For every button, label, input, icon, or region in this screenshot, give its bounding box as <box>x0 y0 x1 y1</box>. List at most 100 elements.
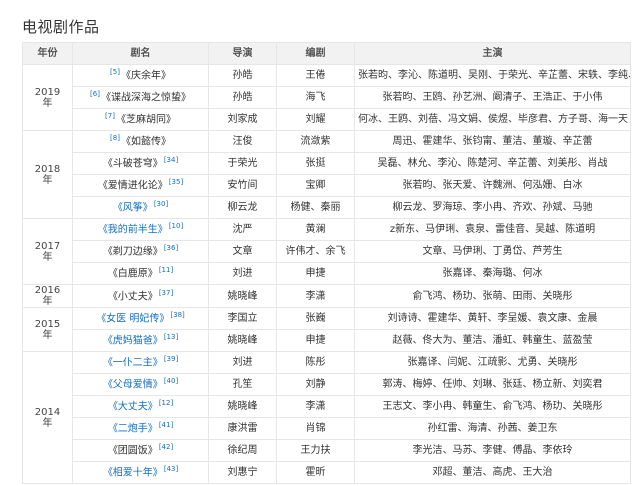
cast-cell: 刘诗诗、霍建华、黄轩、李呈媛、袁文康、金晨 <box>354 307 631 330</box>
writer-cell: 申捷 <box>276 329 355 352</box>
header-title: 剧名 <box>72 42 209 65</box>
writer-cell: 刘耀 <box>276 108 355 131</box>
title-cell: 《我的前半生》[10] <box>72 218 209 241</box>
writer-cell: 申捷 <box>276 262 355 285</box>
cast-cell: 王志文、李小冉、韩童生、俞飞鸿、杨玏、关晓彤 <box>354 395 631 418</box>
title-cell: 《虎妈猫爸》[13] <box>72 329 209 352</box>
table-row: 《大丈夫》[12] 姚晓峰 李潇 王志文、李小冉、韩童生、俞飞鸿、杨玏、关晓彤 <box>23 395 631 418</box>
reference-link[interactable]: [34] <box>164 156 178 164</box>
cast-cell: z新东、马伊琍、袁泉、雷佳音、吴越、陈道明 <box>354 218 631 241</box>
drama-title-link[interactable]: 《父母爱情》 <box>103 380 163 391</box>
cast-cell: 俞飞鸿、杨玏、张萌、田雨、关晓彤 <box>354 284 631 308</box>
table-row: 《父母爱情》[40] 孔笙 刘静 郭涛、梅婷、任帅、刘琳、张廷、杨立新、刘奕君 <box>23 373 631 396</box>
reference-link[interactable]: [41] <box>159 421 173 429</box>
title-cell: 《风筝》[30] <box>72 196 209 219</box>
year-cell: 2017 年 <box>22 218 73 285</box>
year-cell: 2018 年 <box>22 130 73 219</box>
title-cell: [7]《芝麻胡同》 <box>72 108 209 131</box>
reference-link[interactable]: [43] <box>164 465 178 473</box>
title-cell: 《相爱十年》[43] <box>72 461 209 484</box>
title-cell: [6]《谍战深海之惊蛰》 <box>72 86 209 109</box>
reference-link[interactable]: [10] <box>169 222 183 230</box>
drama-title-link[interactable]: 《二炮手》 <box>108 424 158 435</box>
reference-link[interactable]: [11] <box>159 266 173 274</box>
table-row: 《团圆饭》[42] 徐纪周 王力扶 李光洁、马苏、李健、傅晶、李依玲 <box>23 439 631 462</box>
year-cell: 2015 年 <box>22 307 73 352</box>
reference-link[interactable]: [37] <box>159 289 173 297</box>
director-cell: 文章 <box>208 240 277 263</box>
director-cell: 汪俊 <box>208 130 277 153</box>
director-cell: 刘家成 <box>208 108 277 131</box>
reference-link[interactable]: [42] <box>159 443 173 451</box>
table-row: 《风筝》[30] 柳云龙 杨健、秦丽 柳云龙、罗海琼、李小冉、齐欢、孙斌、马驰 <box>23 196 631 219</box>
drama-title: 《谍战深海之惊蛰》 <box>100 92 191 104</box>
title-cell: 《剃刀边缘》[36] <box>72 240 209 263</box>
table-row: 《白鹿原》[11] 刘进 申捷 张嘉译、秦海璐、何冰 <box>23 262 631 285</box>
director-cell: 李国立 <box>208 307 277 330</box>
reference-link[interactable]: [40] <box>164 377 178 385</box>
reference-link[interactable]: [38] <box>170 311 184 319</box>
cast-cell: 郭涛、梅婷、任帅、刘琳、张廷、杨立新、刘奕君 <box>354 373 631 396</box>
drama-title-link[interactable]: 《女医 明妃传》 <box>96 314 169 325</box>
title-cell: 《爱情进化论》[35] <box>72 174 209 197</box>
table-body: 2019 年 [5]《庆余年》 孙皓 王倦 张若昀、李沁、陈道明、吴刚、于荣光、辛芷蕾、… <box>22 64 631 484</box>
header-director: 导演 <box>208 42 277 65</box>
drama-title-link[interactable]: 《虎妈猫爸》 <box>103 336 163 347</box>
director-cell: 柳云龙 <box>208 196 277 219</box>
title-cell: [8]《如懿传》 <box>72 130 209 153</box>
reference-link[interactable]: [6] <box>90 90 100 98</box>
cast-cell: 张若昀、王鸥、孙艺洲、阚清子、王浩正、于小伟 <box>354 86 631 109</box>
title-cell: [5]《庆余年》 <box>72 64 209 87</box>
writer-cell: 黄澜 <box>276 218 355 241</box>
writer-cell: 陈彤 <box>276 351 355 374</box>
drama-title-link[interactable]: 《相爱十年》 <box>103 468 163 479</box>
cast-cell: 邓超、董洁、高虎、王大治 <box>354 461 631 484</box>
reference-link[interactable]: [7] <box>105 112 115 120</box>
title-cell: 《团圆饭》[42] <box>72 439 209 462</box>
director-cell: 徐纪周 <box>208 439 277 462</box>
reference-link[interactable]: [36] <box>164 244 178 252</box>
writer-cell: 许伟才、余飞 <box>276 240 355 263</box>
reference-link[interactable]: [39] <box>164 355 178 363</box>
cast-cell: 周迅、霍建华、张钧甯、董洁、董璇、辛芷蕾 <box>354 130 631 153</box>
reference-link[interactable]: [30] <box>154 200 168 208</box>
drama-title-link[interactable]: 《一仆二主》 <box>103 358 163 369</box>
drama-title-link[interactable]: 《风筝》 <box>113 203 153 214</box>
drama-title-link[interactable]: 《大丈夫》 <box>108 402 158 413</box>
director-cell: 于荣光 <box>208 152 277 175</box>
director-cell: 姚晓峰 <box>208 329 277 352</box>
title-cell: 《二炮手》[41] <box>72 417 209 440</box>
reference-link[interactable]: [5] <box>110 68 120 76</box>
director-cell: 孙皓 <box>208 64 277 87</box>
cast-cell: 张若昀、张天爱、许魏洲、何泓姗、白冰 <box>354 174 631 197</box>
title-cell: 《父母爱情》[40] <box>72 373 209 396</box>
writer-cell: 刘静 <box>276 373 355 396</box>
writer-cell: 霍昕 <box>276 461 355 484</box>
table-row: [7]《芝麻胡同》 刘家成 刘耀 何冰、王鸥、刘蓓、冯文娟、侯煜、毕彦君、方子哥、海一… <box>23 108 631 131</box>
table-row: 2018 年 [8]《如懿传》 汪俊 流潋紫 周迅、霍建华、张钧甯、董洁、董璇、辛芷蕾 <box>22 130 631 219</box>
writer-cell: 张巍 <box>276 307 355 330</box>
table-header-row: 年份 剧名 导演 编剧 主演 <box>22 42 631 65</box>
drama-title: 《庆余年》 <box>120 70 171 82</box>
reference-link[interactable]: [13] <box>164 333 178 341</box>
drama-title-link[interactable]: 《我的前半生》 <box>98 225 168 236</box>
reference-link[interactable]: [12] <box>159 399 173 407</box>
writer-cell: 流潋紫 <box>276 130 355 153</box>
director-cell: 刘进 <box>208 262 277 285</box>
title-cell: 《女医 明妃传》[38] <box>72 307 209 330</box>
title-cell: 《大丈夫》[12] <box>72 395 209 418</box>
header-writer: 编剧 <box>276 42 355 65</box>
writer-cell: 海飞 <box>276 86 355 109</box>
table-row: 《二炮手》[41] 康洪雷 肖锦 孙红雷、海清、孙茜、姜卫东 <box>23 417 631 440</box>
reference-link[interactable]: [8] <box>110 134 120 142</box>
director-cell: 安竹间 <box>208 174 277 197</box>
table-row: 《剃刀边缘》[36] 文章 许伟才、余飞 文章、马伊琍、丁勇岱、芦芳生 <box>23 240 631 263</box>
cast-cell: 张嘉译、闫妮、江疏影、尤勇、关晓彤 <box>354 351 631 374</box>
table-row: 《爱情进化论》[35] 安竹间 宝卿 张若昀、张天爱、许魏洲、何泓姗、白冰 <box>23 174 631 197</box>
writer-cell: 肖锦 <box>276 417 355 440</box>
cast-cell: 张若昀、李沁、陈道明、吴刚、于荣光、辛芷蕾、宋轶、李纯、肖战 <box>354 64 631 87</box>
drama-title: 《小丈夫》 <box>107 291 158 303</box>
director-cell: 刘进 <box>208 351 277 374</box>
reference-link[interactable]: [35] <box>169 178 183 186</box>
title-cell: 《一仆二主》[39] <box>72 351 209 374</box>
